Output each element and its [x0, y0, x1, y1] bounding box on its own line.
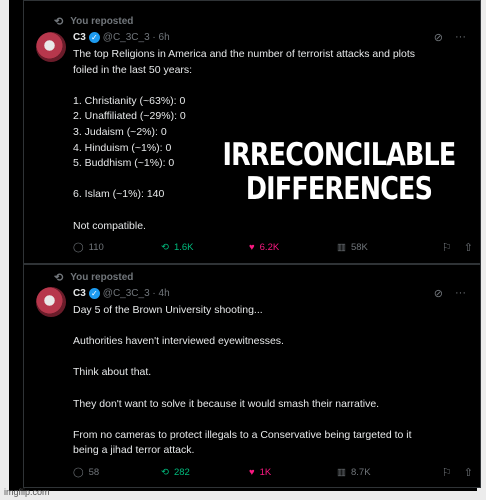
- reply-count: 110: [88, 242, 104, 253]
- repost-indicator: ⟲ You reposted: [54, 271, 133, 284]
- post-line: [73, 319, 473, 335]
- meme-caption: IRRECONCILABLE DIFFERENCES: [216, 138, 462, 206]
- like-count: 1K: [259, 467, 272, 478]
- repost-button[interactable]: ⟲ 282: [161, 467, 249, 478]
- views-icon: ▥: [337, 242, 346, 253]
- repost-count: 1.6K: [173, 242, 194, 253]
- verified-icon: ✓: [88, 32, 100, 43]
- reply-button[interactable]: ◯ 110: [73, 242, 161, 253]
- view-count: 8.7K: [350, 467, 371, 478]
- post-line: Think about that.: [73, 366, 152, 379]
- views-button[interactable]: ▥ 58K: [337, 242, 417, 253]
- repost-label: You reposted: [70, 16, 134, 27]
- repost-count: 282: [173, 467, 190, 478]
- author-handle-time[interactable]: @C_3C_3 · 6h: [103, 32, 170, 43]
- post-line: [73, 78, 473, 94]
- like-button[interactable]: ♥ 1K: [249, 467, 337, 478]
- post-end-actions: ⚐ ⇧: [442, 466, 473, 479]
- reply-icon: ◯: [73, 242, 84, 253]
- post-line: From no cameras to protect illegals to a…: [73, 428, 412, 441]
- views-button[interactable]: ▥ 8.7K: [337, 467, 417, 478]
- repost-icon: ⟲: [54, 272, 64, 284]
- post-actions: ◯ 110 ⟲ 1.6K ♥ 6.2K ▥ 58K ⚐ ⇧: [73, 241, 473, 254]
- heart-icon: ♥: [249, 242, 255, 253]
- post-top-actions: ⊘ ···: [434, 287, 466, 300]
- post-top-actions: ⊘ ···: [434, 31, 466, 44]
- post-actions: ◯ 58 ⟲ 282 ♥ 1K ▥ 8.7K ⚐ ⇧: [73, 466, 473, 479]
- avatar[interactable]: [36, 287, 66, 317]
- bookmark-icon[interactable]: ⚐: [442, 466, 452, 479]
- post-header: C3 ✓ @C_3C_3 · 6h: [73, 32, 170, 43]
- share-icon[interactable]: ⇧: [464, 241, 473, 254]
- post-line: [73, 350, 473, 366]
- repost-indicator: ⟲ You reposted: [54, 15, 133, 28]
- like-count: 6.2K: [259, 242, 280, 253]
- post-header: C3 ✓ @C_3C_3 · 4h: [73, 288, 170, 299]
- bookmark-icon[interactable]: ⚐: [442, 241, 452, 254]
- post-line: The top Religions in America and the num…: [73, 48, 416, 60]
- screenshot-frame: ⟲ You reposted C3 ✓ @C_3C_3 · 6h ⊘ ··· T…: [0, 0, 486, 500]
- more-icon[interactable]: ···: [455, 31, 466, 44]
- reply-icon: ◯: [73, 467, 84, 478]
- post-card[interactable]: ⟲ You reposted C3 ✓ @C_3C_3 · 4h ⊘ ··· D…: [23, 264, 481, 488]
- post-line: [73, 381, 473, 397]
- post-card[interactable]: ⟲ You reposted C3 ✓ @C_3C_3 · 6h ⊘ ··· T…: [23, 0, 481, 264]
- post-line: [73, 412, 473, 428]
- avatar[interactable]: [36, 32, 66, 62]
- repost-icon: ⟲: [161, 242, 169, 253]
- post-line: 1. Christianity (~63%): 0: [73, 94, 186, 107]
- like-button[interactable]: ♥ 6.2K: [249, 242, 337, 253]
- author-name[interactable]: C3: [73, 32, 86, 43]
- post-line: foiled in the last 50 years:: [73, 63, 193, 76]
- reply-count: 58: [88, 467, 100, 478]
- post-end-actions: ⚐ ⇧: [442, 241, 473, 254]
- post-line: Not compatible.: [73, 219, 146, 232]
- repost-icon: ⟲: [54, 16, 64, 28]
- repost-button[interactable]: ⟲ 1.6K: [161, 242, 249, 253]
- post-line: 2. Unaffiliated (~29%): 0: [73, 110, 186, 123]
- author-handle-time[interactable]: @C_3C_3 · 4h: [103, 288, 170, 299]
- grok-icon[interactable]: ⊘: [434, 287, 443, 300]
- grok-icon[interactable]: ⊘: [434, 31, 443, 44]
- caption-line-1: IRRECONCILABLE: [222, 137, 457, 173]
- author-name[interactable]: C3: [73, 288, 86, 299]
- post-line: being a jihad terror attack.: [73, 444, 195, 457]
- view-count: 58K: [350, 242, 368, 253]
- post-line: Day 5 of the Brown University shooting..…: [73, 304, 263, 316]
- heart-icon: ♥: [249, 467, 255, 478]
- more-icon[interactable]: ···: [455, 287, 466, 300]
- caption-line-2: DIFFERENCES: [245, 171, 433, 207]
- post-line: They don't want to solve it because it w…: [73, 397, 380, 410]
- share-icon[interactable]: ⇧: [464, 466, 473, 479]
- repost-icon: ⟲: [161, 467, 169, 478]
- post-line: Authorities haven't interviewed eyewitne…: [73, 335, 284, 348]
- verified-icon: ✓: [88, 288, 100, 299]
- views-icon: ▥: [337, 467, 346, 478]
- repost-label: You reposted: [70, 272, 134, 283]
- post-text: Day 5 of the Brown University shooting..…: [73, 303, 473, 459]
- reply-button[interactable]: ◯ 58: [73, 467, 161, 478]
- watermark: imgflip.com: [4, 487, 50, 497]
